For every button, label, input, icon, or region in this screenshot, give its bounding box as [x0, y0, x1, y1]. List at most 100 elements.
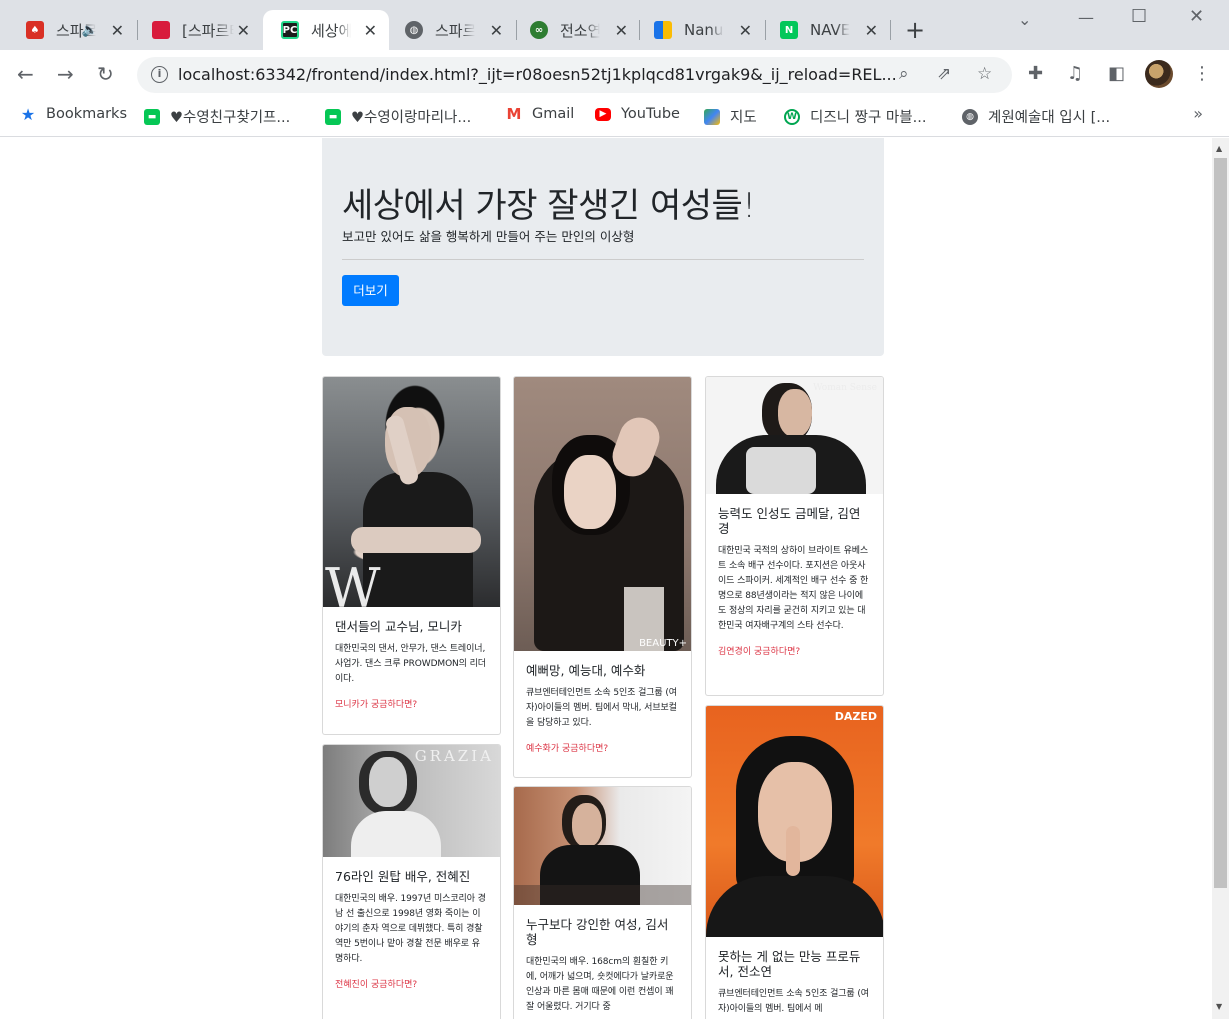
tab-naver[interactable]: N NAVER ✕	[762, 10, 890, 50]
address-bar[interactable]: i localhost:63342/frontend/index.html?_i…	[137, 57, 1012, 93]
youtube-icon: ▶	[595, 107, 611, 121]
new-tab-plus-icon[interactable]: +	[905, 16, 925, 44]
magazine-watermark: W	[325, 557, 381, 607]
magazine-watermark: GRAZIA	[414, 747, 494, 765]
card-link[interactable]: 모니카가 궁금하다면?	[335, 697, 488, 710]
card-jeon-soyeon: DAZED 못하는 게 없는 만능 프로듀서, 전소연 큐브엔터테인먼트 소속 …	[705, 705, 884, 1019]
close-icon[interactable]: ✕	[490, 21, 503, 40]
card-title: 76라인 원탑 배우, 전혜진	[335, 869, 471, 884]
card-image	[514, 787, 691, 905]
card-text: 대한민국 국적의 상하이 브라이트 유베스트 소속 배구 선수이다. 포지션은 …	[718, 546, 869, 631]
minimize-icon[interactable]: —	[1078, 8, 1094, 27]
card-text: 대한민국의 배우. 168cm의 훤칠한 키에, 어깨가 넓으며, 숏컷에다가 …	[526, 957, 674, 1012]
bookmark-label: YouTube	[621, 106, 680, 122]
scholar-icon: ∞	[530, 21, 548, 39]
profile-avatar[interactable]	[1145, 60, 1173, 88]
url-text[interactable]: localhost:63342/frontend/index.html?_ijt…	[178, 65, 897, 84]
close-icon[interactable]: ✕	[364, 21, 377, 40]
magazine-watermark: BEAUTY+	[639, 638, 687, 649]
sparta-icon: ♠	[26, 21, 44, 39]
tab-nanum[interactable]: Nanum ✕	[636, 10, 764, 50]
bookmark-item[interactable]: ▶ YouTube	[595, 106, 680, 122]
close-icon[interactable]: ✕	[739, 21, 752, 40]
tab-jeon-soyeon[interactable]: ∞ 전소연 ✕	[512, 10, 640, 50]
magazine-watermark: DAZED	[834, 710, 877, 723]
card-link[interactable]: 전혜진이 궁금하다면?	[335, 977, 488, 990]
star-icon: ★	[20, 104, 36, 124]
scrollbar-thumb[interactable]	[1214, 158, 1227, 888]
card-monika: W 댄서들의 교수님, 모니카 대한민국의 댄서, 안무가, 댄스 트레이너, …	[322, 376, 501, 735]
close-icon[interactable]: ✕	[865, 21, 878, 40]
tab-title: 스파르타	[435, 21, 475, 40]
site-info-icon[interactable]: i	[151, 66, 168, 83]
bookmark-item[interactable]: W 디즈니 짱구 마블...	[784, 106, 926, 127]
extensions-puzzle-icon[interactable]: ✚	[1028, 63, 1043, 84]
card-link[interactable]: 김연경이 궁금하다면?	[718, 644, 871, 657]
tab-title: 전소연	[560, 21, 600, 40]
bookmark-label: Gmail	[532, 106, 575, 122]
jumbotron: 세상에서 가장 잘생긴 여성들! 보고만 있어도 삶을 행복하게 만들어 주는 …	[322, 138, 884, 356]
card-image: W	[323, 377, 500, 607]
line-icon: ▬	[325, 108, 341, 125]
speaker-icon[interactable]: 🔈	[82, 23, 98, 38]
tab-title: 세상에서	[311, 21, 351, 40]
close-icon[interactable]: ✕	[111, 21, 124, 40]
vertical-scrollbar[interactable]: ▲ ▼	[1212, 138, 1229, 1019]
bookmark-item[interactable]: ★ Bookmarks	[20, 104, 127, 124]
forward-arrow-icon[interactable]: →	[57, 62, 74, 86]
tab-title: Nanum	[684, 21, 724, 39]
card-link[interactable]: 예수화가 궁금하다면?	[526, 741, 679, 754]
maximize-icon[interactable]: ☐	[1131, 6, 1147, 27]
card-jeon-hyejin: GRAZIA 76라인 원탑 배우, 전혜진 대한민국의 배우. 1997년 미…	[322, 744, 501, 1019]
close-icon[interactable]: ✕	[615, 21, 628, 40]
media-control-icon[interactable]: ♫	[1067, 63, 1083, 84]
tab-active[interactable]: PC 세상에서 ✕	[263, 10, 389, 50]
book-icon	[152, 21, 170, 39]
side-panel-icon[interactable]: ◧	[1108, 63, 1125, 84]
card-image: DAZED	[706, 706, 883, 937]
close-icon[interactable]: ✕	[237, 21, 250, 40]
magazine-watermark: Woman Sense	[813, 383, 877, 393]
bookmark-item[interactable]: ◍ 계원예술대 입시 [...	[962, 106, 1110, 127]
card-image: Woman Sense	[706, 377, 883, 494]
tab-sparta-1[interactable]: ♠ 스파르타 🔈 ✕	[8, 10, 136, 50]
card-title: 못하는 게 없는 만능 프로듀서, 전소연	[718, 949, 861, 979]
card-title: 누구보다 강인한 여성, 김서형	[526, 917, 669, 947]
bookmark-item[interactable]: ▬ ♥수영이랑마리나...	[325, 106, 471, 127]
card-text: 큐브엔터테인먼트 소속 5인조 걸그룹 (여자)아이들의 멤버. 팀에서 메	[718, 989, 869, 1014]
browser-toolbar: ← → ↻ i localhost:63342/frontend/index.h…	[0, 50, 1229, 100]
divider	[342, 259, 864, 260]
reload-icon[interactable]: ↻	[97, 62, 114, 86]
tab-sparta-3[interactable]: ◍ 스파르타 ✕	[387, 10, 515, 50]
line-icon: ▬	[144, 108, 160, 125]
scroll-down-arrow-icon[interactable]: ▼	[1216, 1002, 1222, 1011]
page-viewport: 세상에서 가장 잘생긴 여성들! 보고만 있어도 삶을 행복하게 만들어 주는 …	[0, 138, 1229, 1019]
card-title: 댄서들의 교수님, 모니카	[335, 619, 462, 634]
share-icon[interactable]: ⇗	[937, 64, 951, 84]
back-arrow-icon[interactable]: ←	[17, 62, 34, 86]
menu-dots-icon[interactable]: ⋮	[1193, 63, 1211, 84]
nanum-icon	[654, 21, 672, 39]
card-text: 대한민국의 배우. 1997년 미스코리아 경남 선 출신으로 1998년 영화…	[335, 894, 486, 964]
bookmarks-overflow-chevron-icon[interactable]: »	[1193, 104, 1203, 123]
bookmark-label: 계원예술대 입시 [...	[988, 110, 1111, 126]
zoom-search-icon[interactable]: ⌕	[899, 64, 909, 84]
webtoon-icon: W	[784, 108, 800, 125]
card-text: 큐브엔터테인먼트 소속 5인조 걸그룹 (여자)아이들의 멤버. 팀에서 막내,…	[526, 688, 677, 728]
pycharm-icon: PC	[281, 21, 299, 39]
bookmark-star-icon[interactable]: ☆	[977, 64, 992, 84]
scroll-up-arrow-icon[interactable]: ▲	[1216, 144, 1222, 153]
bookmark-label: 지도	[730, 110, 757, 126]
window-close-icon[interactable]: ✕	[1189, 6, 1204, 27]
card-title: 예뻐망, 예능대, 예수화	[526, 663, 646, 678]
tab-title: [스파르타	[182, 21, 234, 40]
bookmark-item[interactable]: M Gmail	[506, 105, 575, 123]
bookmark-item[interactable]: 지도	[704, 106, 757, 127]
more-button[interactable]: 더보기	[342, 275, 399, 306]
bookmark-item[interactable]: ▬ ♥수영친구찾기프...	[144, 106, 290, 127]
tab-strip: ♠ 스파르타 🔈 ✕ [스파르타 ✕ PC 세상에서 ✕ ◍ 스파르타 ✕ ∞ …	[0, 0, 1229, 50]
tab-search-chevron-icon[interactable]: ⌄	[1018, 10, 1031, 29]
tab-sparta-2[interactable]: [스파르타 ✕	[134, 10, 262, 50]
card-title: 능력도 인성도 금메달, 김연경	[718, 506, 861, 536]
card-image: GRAZIA	[323, 745, 500, 857]
